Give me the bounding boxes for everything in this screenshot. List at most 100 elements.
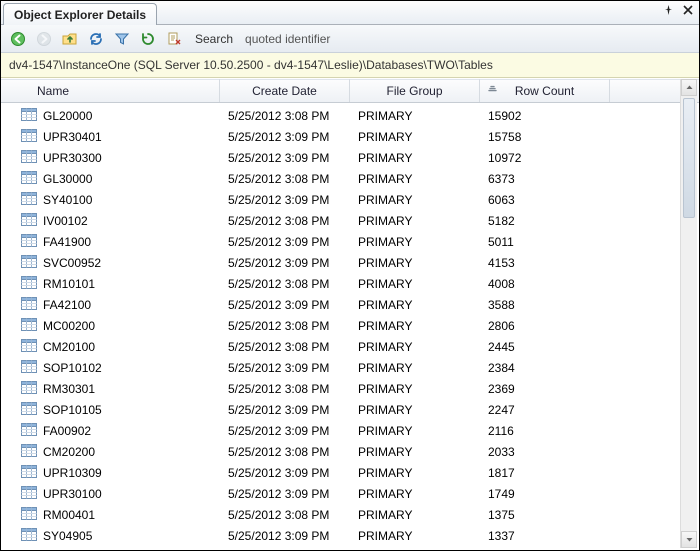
- table-row[interactable]: SVC009525/25/2012 3:09 PMPRIMARY4153: [15, 252, 699, 273]
- cell-file-group: PRIMARY: [350, 235, 480, 249]
- cell-name: GL20000: [43, 109, 92, 123]
- up-folder-button[interactable]: [59, 28, 81, 50]
- cell-file-group: PRIMARY: [350, 529, 480, 543]
- cell-name: FA42100: [43, 298, 91, 312]
- column-header-create-date[interactable]: Create Date: [220, 79, 350, 102]
- column-header-file-group[interactable]: File Group: [350, 79, 480, 102]
- panel-tab[interactable]: Object Explorer Details: [3, 3, 157, 25]
- cell-create-date: 5/25/2012 3:08 PM: [220, 109, 350, 123]
- scroll-thumb[interactable]: [683, 98, 695, 218]
- table-row[interactable]: MC002005/25/2012 3:08 PMPRIMARY2806: [15, 315, 699, 336]
- cell-row-count: 2384: [480, 361, 610, 375]
- table-row[interactable]: FA419005/25/2012 3:09 PMPRIMARY5011: [15, 231, 699, 252]
- table-icon: [21, 423, 37, 439]
- cell-create-date: 5/25/2012 3:09 PM: [220, 298, 350, 312]
- cell-create-date: 5/25/2012 3:09 PM: [220, 466, 350, 480]
- cell-file-group: PRIMARY: [350, 361, 480, 375]
- cell-file-group: PRIMARY: [350, 403, 480, 417]
- table-row[interactable]: CM202005/25/2012 3:08 PMPRIMARY2033: [15, 441, 699, 462]
- cell-file-group: PRIMARY: [350, 382, 480, 396]
- column-header-name[interactable]: Name: [15, 79, 220, 102]
- table-row[interactable]: SY40100 5/25/2012 3:09 PMPRIMARY6063: [15, 189, 699, 210]
- table-row[interactable]: UPR304015/25/2012 3:09 PMPRIMARY15758: [15, 126, 699, 147]
- table-icon: [21, 318, 37, 334]
- cell-file-group: PRIMARY: [350, 151, 480, 165]
- cell-name: SOP10105: [43, 403, 102, 417]
- cell-row-count: 2806: [480, 319, 610, 333]
- table-row[interactable]: CM201005/25/2012 3:08 PMPRIMARY2445: [15, 336, 699, 357]
- title-controls: [661, 3, 695, 17]
- cell-name: SVC00952: [43, 256, 101, 270]
- table-icon: [21, 255, 37, 271]
- cell-row-count: 2033: [480, 445, 610, 459]
- table-icon: [21, 381, 37, 397]
- grid: Name Create Date File Group Row Count GL…: [1, 79, 699, 550]
- table-icon: [21, 171, 37, 187]
- pin-icon[interactable]: [661, 3, 675, 17]
- table-icon: [21, 276, 37, 292]
- table-row[interactable]: UPR30100 5/25/2012 3:09 PMPRIMARY1749: [15, 483, 699, 504]
- cell-row-count: 10972: [480, 151, 610, 165]
- cell-create-date: 5/25/2012 3:09 PM: [220, 424, 350, 438]
- scroll-track[interactable]: [681, 96, 697, 531]
- cell-row-count: 15758: [480, 130, 610, 144]
- table-row[interactable]: SOP101055/25/2012 3:09 PMPRIMARY2247: [15, 399, 699, 420]
- cell-file-group: PRIMARY: [350, 193, 480, 207]
- cell-name: UPR10309: [43, 466, 102, 480]
- back-button[interactable]: [7, 28, 29, 50]
- table-row[interactable]: GL300005/25/2012 3:08 PMPRIMARY6373: [15, 168, 699, 189]
- table-row[interactable]: GL200005/25/2012 3:08 PMPRIMARY15902: [15, 105, 699, 126]
- close-icon[interactable]: [681, 3, 695, 17]
- vertical-scrollbar[interactable]: [680, 79, 697, 548]
- cell-create-date: 5/25/2012 3:09 PM: [220, 256, 350, 270]
- cell-file-group: PRIMARY: [350, 109, 480, 123]
- table-icon: [21, 486, 37, 502]
- scroll-down-button[interactable]: [681, 531, 697, 548]
- cell-create-date: 5/25/2012 3:09 PM: [220, 130, 350, 144]
- table-row[interactable]: SOP101025/25/2012 3:09 PMPRIMARY2384: [15, 357, 699, 378]
- cell-row-count: 1749: [480, 487, 610, 501]
- rows-container: GL200005/25/2012 3:08 PMPRIMARY15902UPR3…: [1, 103, 699, 550]
- table-icon: [21, 402, 37, 418]
- cell-row-count: 5011: [480, 235, 610, 249]
- cell-create-date: 5/25/2012 3:08 PM: [220, 445, 350, 459]
- cell-file-group: PRIMARY: [350, 487, 480, 501]
- cell-row-count: 6063: [480, 193, 610, 207]
- refresh-button[interactable]: [137, 28, 159, 50]
- cell-create-date: 5/25/2012 3:08 PM: [220, 319, 350, 333]
- cell-name: UPR30100: [43, 487, 102, 501]
- table-row[interactable]: UPR10309 5/25/2012 3:09 PMPRIMARY1817: [15, 462, 699, 483]
- cell-create-date: 5/25/2012 3:09 PM: [220, 487, 350, 501]
- cell-file-group: PRIMARY: [350, 130, 480, 144]
- table-row[interactable]: UPR303005/25/2012 3:09 PMPRIMARY10972: [15, 147, 699, 168]
- forward-button[interactable]: [33, 28, 55, 50]
- script-button[interactable]: [163, 28, 185, 50]
- cell-name: SY40100: [43, 193, 92, 207]
- cell-row-count: 1817: [480, 466, 610, 480]
- cell-create-date: 5/25/2012 3:08 PM: [220, 172, 350, 186]
- table-icon: [21, 192, 37, 208]
- column-header-row-count[interactable]: Row Count: [480, 79, 610, 102]
- cell-row-count: 4008: [480, 277, 610, 291]
- filter-button[interactable]: [111, 28, 133, 50]
- search-input[interactable]: [243, 30, 503, 48]
- cell-create-date: 5/25/2012 3:09 PM: [220, 151, 350, 165]
- table-row[interactable]: RM101015/25/2012 3:08 PMPRIMARY4008: [15, 273, 699, 294]
- table-row[interactable]: SY049055/25/2012 3:09 PMPRIMARY1337: [15, 525, 699, 546]
- cell-file-group: PRIMARY: [350, 508, 480, 522]
- table-icon: [21, 360, 37, 376]
- table-icon: [21, 129, 37, 145]
- cell-name: GL30000: [43, 172, 92, 186]
- cell-name: CM20100: [43, 340, 95, 354]
- table-row[interactable]: IV001025/25/2012 3:08 PMPRIMARY5182: [15, 210, 699, 231]
- search-label: Search: [195, 32, 233, 46]
- table-row[interactable]: FA421005/25/2012 3:09 PMPRIMARY3588: [15, 294, 699, 315]
- cell-file-group: PRIMARY: [350, 466, 480, 480]
- table-row[interactable]: FA009025/25/2012 3:09 PMPRIMARY2116: [15, 420, 699, 441]
- scroll-up-button[interactable]: [681, 79, 697, 96]
- sync-button[interactable]: [85, 28, 107, 50]
- table-row[interactable]: RM303015/25/2012 3:08 PMPRIMARY2369: [15, 378, 699, 399]
- table-row[interactable]: RM004015/25/2012 3:08 PMPRIMARY1375: [15, 504, 699, 525]
- table-icon: [21, 444, 37, 460]
- cell-create-date: 5/25/2012 3:09 PM: [220, 193, 350, 207]
